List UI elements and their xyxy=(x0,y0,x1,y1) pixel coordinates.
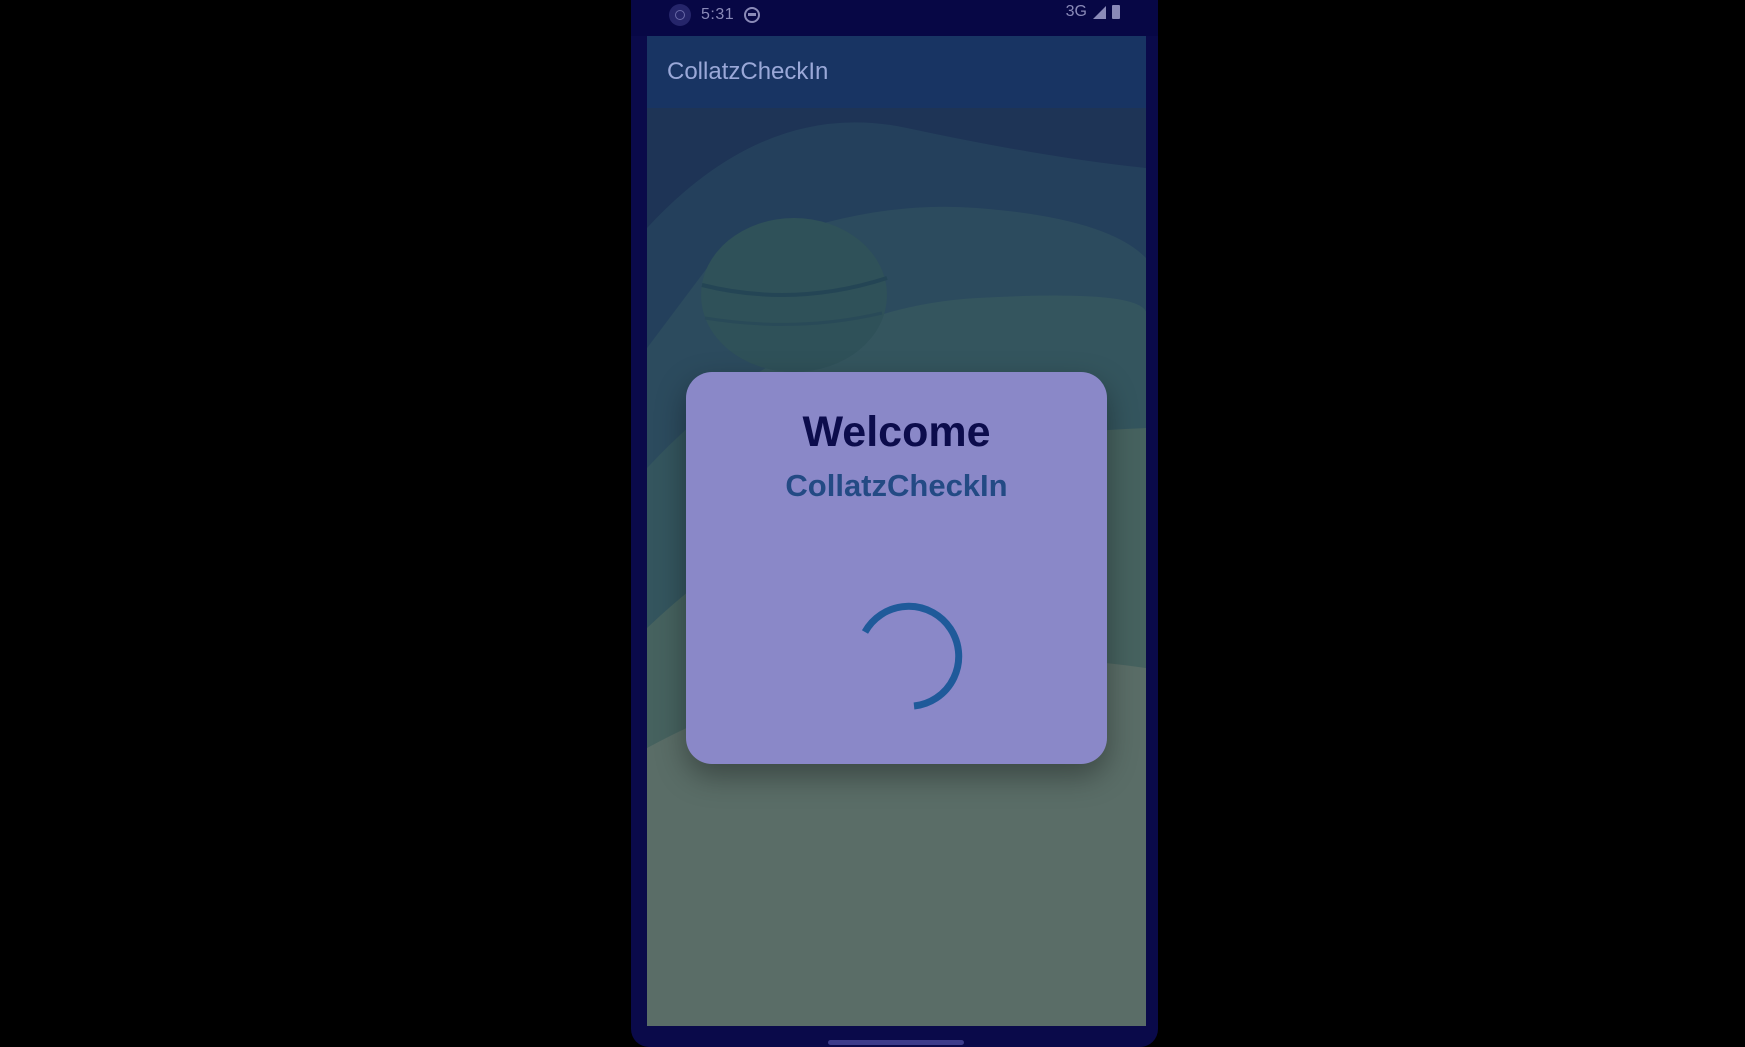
sync-icon xyxy=(744,7,761,23)
dialog-subtitle: CollatzCheckIn xyxy=(785,468,1008,503)
status-bar-left: 5:31 xyxy=(669,4,761,26)
status-bar: 5:31 3G xyxy=(631,0,1158,36)
network-type: 3G xyxy=(1065,3,1087,20)
app-bar-title: CollatzCheckIn xyxy=(667,58,829,85)
dialog-title: Welcome xyxy=(802,408,991,456)
circle-icon xyxy=(669,4,691,26)
status-bar-right: 3G xyxy=(1066,3,1120,21)
signal-icon xyxy=(1093,5,1106,19)
loading-spinner-icon xyxy=(861,602,963,710)
battery-icon xyxy=(1112,5,1120,19)
welcome-dialog: Welcome CollatzCheckIn xyxy=(686,372,1107,764)
navigation-handle[interactable] xyxy=(828,1040,964,1045)
app-bar: CollatzCheckIn xyxy=(647,36,1146,108)
screen-background: 5:31 3G CollatzCheckIn Welcome CollatzCh… xyxy=(0,0,1745,1047)
status-time: 5:31 xyxy=(701,6,735,23)
